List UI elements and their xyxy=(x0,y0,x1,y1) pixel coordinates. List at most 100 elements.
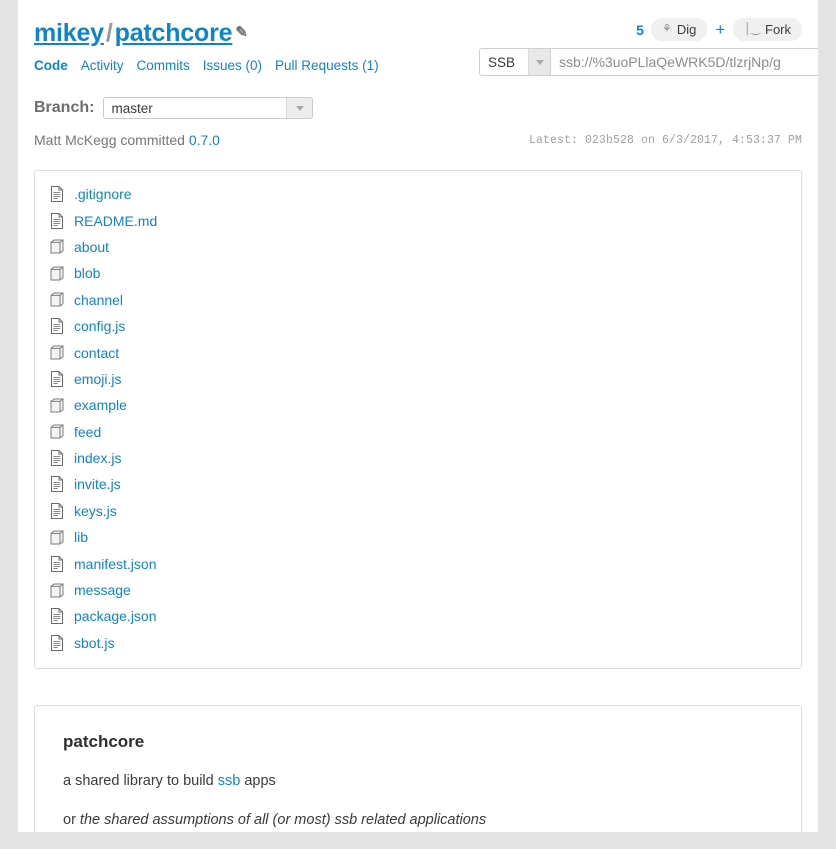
file-name: example xyxy=(74,397,127,414)
file-name: contact xyxy=(74,344,120,361)
app-card: mikey/patchcore ✎ Code Activity Commits Issu… xyxy=(18,0,818,832)
file-row[interactable]: sbot.js xyxy=(35,630,801,656)
folder-icon xyxy=(49,345,65,361)
file-name: invite.js xyxy=(74,476,121,493)
file-row[interactable]: blob xyxy=(35,260,801,286)
folder-icon xyxy=(49,424,65,440)
latest-commit-info: Latest: 023b528 on 6/3/2017, 4:53:37 PM xyxy=(528,134,802,147)
file-name: message xyxy=(74,582,131,599)
shovel-icon: ⚘ xyxy=(661,23,672,35)
file-icon xyxy=(49,634,65,651)
nav-item-issues[interactable]: Issues (0) xyxy=(203,57,262,74)
folder-icon xyxy=(49,582,65,598)
file-row[interactable]: message xyxy=(35,577,801,603)
nav-item-activity[interactable]: Activity xyxy=(81,57,124,74)
file-name: feed xyxy=(74,423,102,440)
url-input[interactable] xyxy=(551,48,818,76)
page-title: mikey/patchcore ✎ xyxy=(34,18,248,48)
file-icon xyxy=(49,318,65,335)
file-name: README.md xyxy=(74,212,158,229)
file-row[interactable]: contact xyxy=(35,339,801,365)
file-name: manifest.json xyxy=(74,555,157,572)
readme-paragraph-2: or the shared assumptions of all (or mos… xyxy=(63,811,773,830)
file-row[interactable]: example xyxy=(35,392,801,418)
chevron-down-icon[interactable] xyxy=(286,98,313,118)
protocol-select[interactable]: SSB xyxy=(479,48,551,76)
folder-icon xyxy=(49,265,65,281)
file-name: lib xyxy=(74,529,89,546)
repo-owner-link[interactable]: mikey xyxy=(34,19,104,47)
file-icon xyxy=(49,212,65,229)
file-row[interactable]: emoji.js xyxy=(35,366,801,392)
branch-selected-value: master xyxy=(111,100,153,116)
add-button[interactable]: + xyxy=(714,21,726,38)
chevron-down-icon[interactable] xyxy=(528,49,550,75)
file-name: .gitignore xyxy=(74,186,132,203)
file-row[interactable]: keys.js xyxy=(35,498,801,524)
file-name: config.js xyxy=(74,318,126,335)
file-icon xyxy=(49,476,65,493)
protocol-label: SSB xyxy=(488,54,516,70)
file-row[interactable]: .gitignore xyxy=(35,181,801,207)
file-row[interactable]: index.js xyxy=(35,445,801,471)
readme-panel: patchcore a shared library to build ssb … xyxy=(34,705,802,832)
file-row[interactable]: invite.js xyxy=(35,471,801,497)
title-separator: / xyxy=(105,19,113,47)
readme-p1-after: apps xyxy=(240,773,276,790)
file-name: emoji.js xyxy=(74,370,122,387)
file-row[interactable]: about xyxy=(35,234,801,260)
nav-item-commits[interactable]: Commits xyxy=(137,57,190,74)
file-row[interactable]: manifest.json xyxy=(35,550,801,576)
file-row[interactable]: config.js xyxy=(35,313,801,339)
repo-actions: 5 ⚘ Dig + │‿ Fork xyxy=(636,18,802,41)
ssb-link[interactable]: ssb xyxy=(218,773,241,789)
file-list-panel: .gitignore README.md about blob channel confi… xyxy=(34,170,802,670)
file-icon xyxy=(49,186,65,203)
file-icon xyxy=(49,502,65,519)
fork-button[interactable]: │‿ Fork xyxy=(733,18,802,41)
file-name: package.json xyxy=(74,608,157,625)
file-icon xyxy=(49,450,65,467)
file-name: blob xyxy=(74,265,101,282)
commit-author-prefix: Matt McKegg committed xyxy=(34,132,189,148)
commit-author-text: Matt McKegg committed 0.7.0 xyxy=(34,132,220,148)
file-name: about xyxy=(74,238,110,255)
file-icon xyxy=(49,370,65,387)
folder-icon xyxy=(49,292,65,308)
dig-button[interactable]: ⚘ Dig xyxy=(650,18,708,41)
file-row[interactable]: lib xyxy=(35,524,801,550)
branch-label: Branch: xyxy=(34,99,95,116)
branch-select[interactable]: master xyxy=(103,97,314,119)
repo-header: mikey/patchcore ✎ Code Activity Commits Issu… xyxy=(18,0,818,76)
file-name: keys.js xyxy=(74,502,117,519)
readme-title: patchcore xyxy=(63,732,145,752)
nav-item-code[interactable]: Code xyxy=(34,57,68,74)
folder-icon xyxy=(49,529,65,545)
dig-button-label: Dig xyxy=(676,22,697,37)
nav-item-pull-requests[interactable]: Pull Requests (1) xyxy=(275,57,379,74)
repo-name-link[interactable]: patchcore xyxy=(115,19,233,47)
commit-row: Matt McKegg committed 0.7.0 Latest: 023b… xyxy=(34,132,802,150)
readme-p2-italic: the shared assumptions of all (or most) … xyxy=(79,812,487,829)
fork-button-label: Fork xyxy=(765,22,791,37)
file-name: channel xyxy=(74,291,124,308)
dig-count: 5 xyxy=(636,21,644,38)
address-bar: SSB xyxy=(479,48,818,76)
commit-version-link[interactable]: 0.7.0 xyxy=(189,132,220,148)
file-row[interactable]: README.md xyxy=(35,207,801,233)
fork-icon: │‿ xyxy=(744,23,760,35)
file-row[interactable]: feed xyxy=(35,419,801,445)
folder-icon xyxy=(49,239,65,255)
pencil-icon[interactable]: ✎ xyxy=(235,18,248,48)
file-icon xyxy=(49,608,65,625)
readme-p2-before: or xyxy=(63,812,80,829)
file-row[interactable]: package.json xyxy=(35,603,801,629)
branch-row: Branch: master xyxy=(34,97,802,119)
file-row[interactable]: channel xyxy=(35,287,801,313)
file-name: index.js xyxy=(74,450,122,467)
file-icon xyxy=(49,555,65,572)
readme-p1-before: a shared library to build xyxy=(63,773,218,790)
folder-icon xyxy=(49,397,65,413)
file-name: sbot.js xyxy=(74,634,115,651)
readme-paragraph-1: a shared library to build ssb apps xyxy=(63,772,773,791)
